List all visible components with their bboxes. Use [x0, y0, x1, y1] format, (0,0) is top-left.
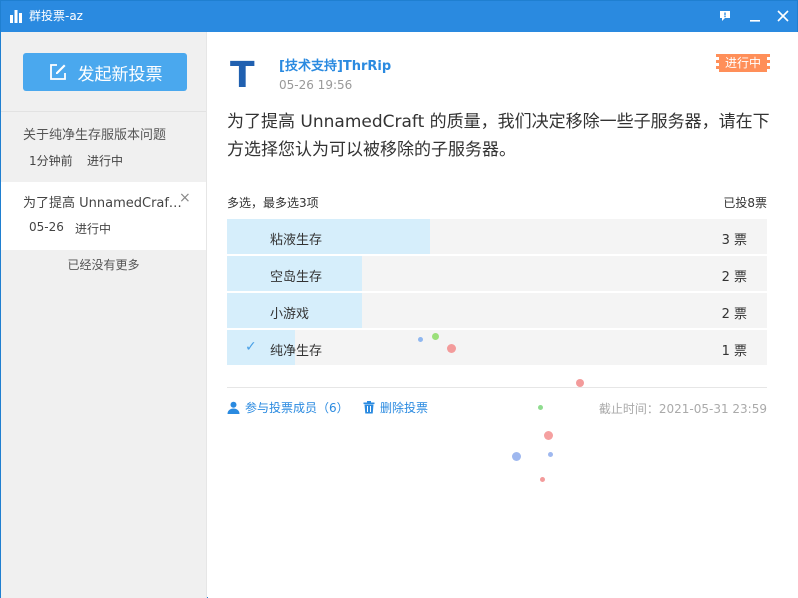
vote-list-item[interactable]: 关于纯净生存服版本问题 1分钟前 进行中: [1, 114, 206, 182]
vote-mode: 多选，最多选3项: [227, 196, 319, 210]
edit-icon: [49, 64, 66, 80]
vote-window: 群投票-az 发起新投票 关于纯净生存服版本问题 1分钟前 进行中 为了提高 U…: [0, 0, 798, 598]
delete-vote-link[interactable]: 删除投票: [363, 399, 428, 416]
option-count: 2 票: [721, 307, 747, 322]
bar-chart-icon: [10, 10, 22, 23]
status-badge: 进行中: [716, 54, 770, 72]
confetti-dot: [418, 337, 423, 342]
vote-option[interactable]: 粘液生存 3 票: [227, 219, 767, 254]
trash-icon: [363, 401, 375, 414]
close-icon[interactable]: ×: [179, 190, 191, 206]
confetti-dot: [576, 379, 584, 387]
check-icon: ✓: [245, 339, 257, 355]
confetti-dot: [540, 477, 545, 482]
confetti-dot: [512, 452, 521, 461]
vote-total: 已投8票: [723, 196, 767, 210]
footer-divider: [227, 387, 767, 388]
vote-option[interactable]: 空岛生存 2 票: [227, 256, 767, 291]
vote-detail: T [技术支持]ThrRip 05-26 19:56 进行中 为了提高 Unna…: [208, 32, 798, 598]
avatar: T: [230, 55, 255, 96]
members-label: 参与投票成员（6）: [245, 401, 349, 415]
new-vote-label: 发起新投票: [77, 64, 163, 85]
vote-item-status: 进行中: [75, 222, 112, 236]
no-more-text: 已经没有更多: [67, 258, 140, 272]
option-label: 纯净生存: [270, 344, 323, 359]
option-count: 2 票: [721, 270, 747, 285]
confetti-dot: [548, 452, 553, 457]
post-time: 05-26 19:56: [279, 78, 353, 92]
confetti-dot: [447, 344, 456, 353]
vote-question: 为了提高 UnnamedCraft 的质量，我们决定移除一些子服务器，请在下方选…: [227, 112, 770, 160]
delete-label: 删除投票: [380, 401, 429, 415]
option-label: 粘液生存: [270, 233, 323, 248]
vote-item-time: 05-26: [29, 220, 64, 234]
minimize-icon: [750, 20, 760, 22]
vote-bar: [227, 219, 430, 254]
vote-item-status: 进行中: [87, 154, 124, 168]
confetti-dot: [538, 405, 543, 410]
window-title: 群投票-az: [29, 9, 83, 23]
feedback-icon: [720, 11, 730, 21]
sidebar: 发起新投票 关于纯净生存服版本问题 1分钟前 进行中 为了提高 UnnamedC…: [1, 32, 207, 598]
vote-list-item-selected[interactable]: 为了提高 UnnamedCraft... × 05-26 进行中: [1, 182, 206, 250]
user-icon: [227, 401, 240, 414]
feedback-button[interactable]: [713, 5, 737, 27]
confetti-dot: [544, 431, 553, 440]
option-label: 小游戏: [270, 307, 310, 322]
new-vote-button[interactable]: 发起新投票: [23, 53, 187, 91]
sidebar-divider: [1, 111, 206, 112]
author-name[interactable]: [技术支持]ThrRip: [279, 55, 391, 74]
vote-members-link[interactable]: 参与投票成员（6）: [227, 399, 349, 416]
option-label: 空岛生存: [270, 270, 323, 285]
vote-options: 粘液生存 3 票 空岛生存 2 票 小游戏 2 票 ✓ 纯净生存 1 票: [227, 219, 767, 367]
vote-option-selected[interactable]: ✓ 纯净生存 1 票: [227, 330, 767, 365]
close-button[interactable]: [771, 5, 795, 27]
option-count: 3 票: [721, 233, 747, 248]
minimize-button[interactable]: [743, 5, 767, 27]
vote-item-time: 1分钟前: [29, 154, 73, 168]
option-count: 1 票: [721, 344, 747, 359]
vote-item-title: 关于纯净生存服版本问题: [23, 128, 167, 143]
vote-option[interactable]: 小游戏 2 票: [227, 293, 767, 328]
vote-item-title: 为了提高 UnnamedCraft...: [23, 196, 183, 211]
title-bar: 群投票-az: [1, 1, 797, 32]
deadline: 截止时间：2021-05-31 23:59: [598, 402, 767, 416]
close-icon: [777, 10, 789, 22]
confetti-dot: [432, 333, 439, 340]
